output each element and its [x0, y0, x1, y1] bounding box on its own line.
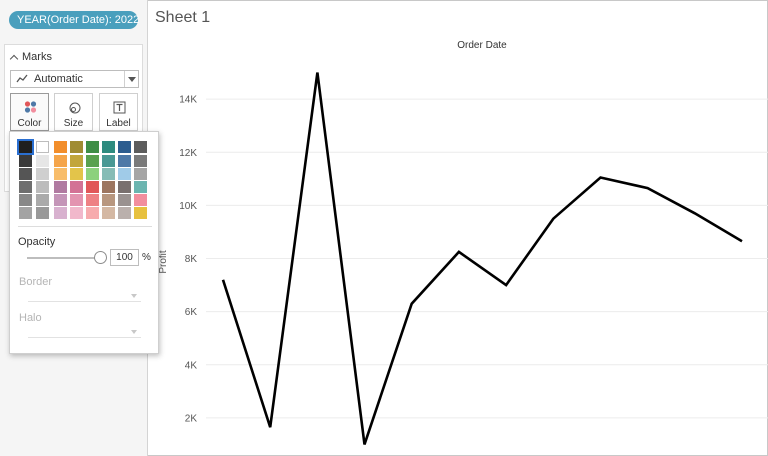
color-swatch[interactable]	[118, 181, 131, 193]
color-button[interactable]: Color	[10, 93, 49, 131]
marks-header[interactable]: Marks	[9, 51, 52, 63]
y-axis-label: Profit	[158, 250, 169, 274]
opacity-input[interactable]: 100	[110, 249, 139, 266]
color-swatch[interactable]	[19, 194, 32, 206]
y-tick-label: 12K	[179, 148, 197, 159]
chart-title: Order Date	[457, 40, 507, 51]
filter-pill[interactable]: YEAR(Order Date): 2022	[9, 11, 139, 29]
color-swatch[interactable]	[36, 168, 49, 180]
color-swatch[interactable]	[102, 168, 115, 180]
color-swatch[interactable]	[118, 168, 131, 180]
color-swatch[interactable]	[102, 155, 115, 167]
collapse-caret-icon[interactable]	[9, 54, 19, 63]
color-swatch[interactable]	[102, 207, 115, 219]
border-label: Border	[19, 276, 53, 288]
color-swatch[interactable]	[102, 181, 115, 193]
y-tick-label: 10K	[179, 201, 197, 212]
color-swatch[interactable]	[70, 181, 83, 193]
color-swatch[interactable]	[118, 194, 131, 206]
label-button-label: Label	[106, 118, 131, 129]
color-swatch[interactable]	[54, 155, 67, 167]
color-swatch[interactable]	[118, 155, 131, 167]
color-swatch[interactable]	[19, 181, 32, 193]
color-swatch[interactable]	[36, 194, 49, 206]
y-tick-label: 8K	[185, 254, 198, 265]
color-swatch[interactable]	[17, 139, 34, 155]
y-tick-label: 6K	[185, 307, 198, 318]
color-swatch[interactable]	[54, 168, 67, 180]
color-swatch[interactable]	[134, 168, 147, 180]
color-swatch[interactable]	[19, 168, 32, 180]
color-swatch[interactable]	[70, 141, 83, 153]
label-button[interactable]: Label	[99, 93, 138, 131]
color-swatch[interactable]	[36, 141, 49, 153]
y-tick-label: 14K	[179, 95, 197, 106]
line-chart: Order Date 2K 4K 6K 8K 10K 12K 14K Profit	[158, 40, 768, 445]
y-axis-ticks: 2K 4K 6K 8K 10K 12K 14K	[179, 95, 197, 425]
color-swatch[interactable]	[54, 141, 67, 153]
color-swatch[interactable]	[70, 207, 83, 219]
size-icon	[69, 102, 81, 114]
border-dropdown[interactable]	[28, 290, 141, 302]
color-swatch[interactable]	[86, 181, 99, 193]
mark-type-label: Automatic	[34, 73, 83, 85]
y-tick-label: 2K	[185, 413, 198, 424]
color-swatch[interactable]	[54, 181, 67, 193]
color-swatch[interactable]	[86, 207, 99, 219]
color-swatch[interactable]	[134, 141, 147, 153]
color-swatch[interactable]	[86, 194, 99, 206]
color-swatch[interactable]	[70, 155, 83, 167]
size-button-label: Size	[63, 118, 84, 129]
opacity-label: Opacity	[18, 236, 56, 248]
y-tick-label: 4K	[185, 360, 198, 371]
color-swatch[interactable]	[70, 194, 83, 206]
opacity-slider-track[interactable]	[27, 257, 102, 259]
color-swatch[interactable]	[86, 168, 99, 180]
color-swatch[interactable]	[134, 155, 147, 167]
color-swatch[interactable]	[36, 181, 49, 193]
line-chart-icon	[16, 74, 28, 83]
color-swatch[interactable]	[70, 168, 83, 180]
color-button-label: Color	[17, 118, 42, 129]
chevron-down-icon	[131, 294, 137, 298]
color-swatch[interactable]	[19, 155, 32, 167]
color-swatch[interactable]	[134, 207, 147, 219]
color-popup: Opacity 100 % Border Halo	[9, 131, 159, 354]
color-swatch[interactable]	[36, 155, 49, 167]
color-swatch[interactable]	[134, 181, 147, 193]
color-swatch[interactable]	[102, 141, 115, 153]
halo-label: Halo	[19, 312, 42, 324]
chevron-down-icon	[131, 330, 137, 334]
color-swatch[interactable]	[54, 207, 67, 219]
color-swatch[interactable]	[134, 194, 147, 206]
color-dots-icon	[24, 101, 37, 113]
popup-divider	[18, 226, 152, 227]
color-swatch[interactable]	[19, 207, 32, 219]
text-label-icon	[113, 101, 126, 114]
chevron-down-icon[interactable]	[124, 71, 138, 87]
halo-dropdown[interactable]	[28, 326, 141, 338]
opacity-unit: %	[142, 252, 151, 263]
gridlines	[206, 98, 768, 419]
marks-title: Marks	[22, 51, 52, 63]
size-button[interactable]: Size	[54, 93, 93, 131]
color-swatch[interactable]	[118, 141, 131, 153]
color-swatch[interactable]	[118, 207, 131, 219]
color-swatch[interactable]	[86, 155, 99, 167]
mark-type-dropdown[interactable]: Automatic	[10, 70, 139, 88]
color-swatch[interactable]	[86, 141, 99, 153]
color-swatch[interactable]	[102, 194, 115, 206]
color-swatch[interactable]	[36, 207, 49, 219]
color-swatch[interactable]	[54, 194, 67, 206]
opacity-slider-handle[interactable]	[94, 251, 107, 264]
